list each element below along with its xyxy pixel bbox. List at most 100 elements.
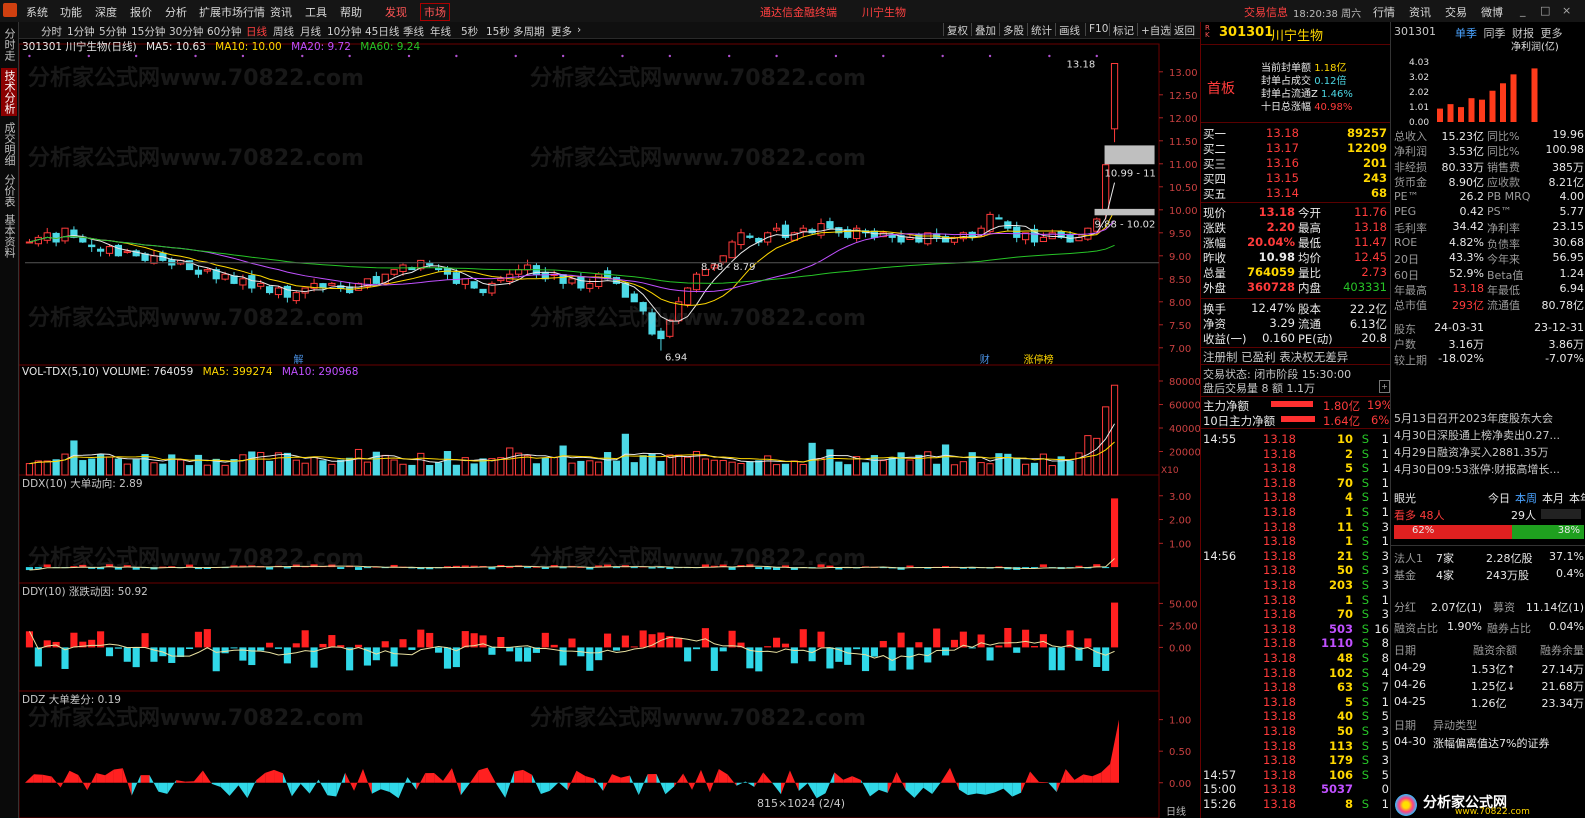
ddy-bar: [123, 647, 131, 662]
volume-bar: [203, 464, 211, 476]
period-15sec[interactable]: 15秒: [486, 24, 510, 39]
menu-news-right[interactable]: 资讯: [1409, 4, 1431, 20]
menu-weibo-right[interactable]: 微博: [1481, 4, 1503, 20]
tick-row: 13.18 70 S 3: [1201, 607, 1391, 621]
ddy-bar: [1048, 647, 1056, 671]
mark-button[interactable]: 标记: [1109, 23, 1134, 37]
tab-trade-detail[interactable]: 成交明细: [1, 120, 17, 168]
menu-ext-market[interactable]: 扩展市场行情: [199, 4, 265, 20]
period-30min[interactable]: 30分钟: [169, 24, 203, 39]
menu-market[interactable]: 市场: [420, 3, 450, 21]
period-1min[interactable]: 1分钟: [67, 24, 95, 39]
period-intraday[interactable]: 分时: [41, 24, 62, 39]
profit-bar: [1531, 68, 1538, 122]
stat-value: 403331: [1343, 280, 1387, 294]
tab-fundamentals[interactable]: 基本资料: [1, 212, 17, 260]
margin-head: 日期 融资余额 融券余量: [1391, 642, 1585, 657]
period-15min[interactable]: 15分钟: [131, 24, 165, 39]
minimize-icon[interactable]: _: [1520, 4, 1526, 17]
chart-area[interactable]: 13.00 12.50 12.00 11.50 11.00 10.50 10.00 9.50 9…: [19, 38, 1200, 818]
period-year[interactable]: 年线: [430, 24, 451, 39]
news-item[interactable]: 4月29日融资净买入2881.35万: [1394, 444, 1585, 459]
eye-tab-week[interactable]: 本周: [1515, 490, 1537, 506]
eye-tab-month[interactable]: 本月: [1542, 490, 1564, 506]
period-45day[interactable]: 45日线: [365, 24, 399, 39]
period-more[interactable]: 更多: [551, 24, 572, 39]
expand-icon[interactable]: +: [1379, 380, 1390, 393]
event-dot: [407, 54, 411, 58]
period-weekly[interactable]: 周线: [273, 24, 294, 39]
menu-analysis[interactable]: 分析: [165, 4, 187, 20]
menu-system[interactable]: 系统: [26, 4, 48, 20]
period-multi[interactable]: 多周期: [513, 24, 545, 39]
ddx-bar: [728, 567, 736, 570]
menu-quote[interactable]: 报价: [130, 4, 152, 20]
candle-body: [301, 287, 309, 294]
period-monthly[interactable]: 月线: [300, 24, 321, 39]
chevron-right-icon[interactable]: ›: [577, 24, 581, 36]
volume-bar: [933, 463, 941, 476]
menu-quotes-right[interactable]: 行情: [1373, 4, 1395, 20]
bid-row[interactable]: 买四 13.15 243: [1201, 171, 1391, 186]
tab-intraday[interactable]: 分时走势: [1, 24, 17, 64]
candle-body: [114, 244, 123, 257]
f10-button[interactable]: F10: [1085, 23, 1108, 36]
candle-body: [568, 278, 576, 284]
tick-row: 13.18 1 S 1: [1201, 505, 1391, 519]
candle-logo-icon[interactable]: [3, 3, 17, 17]
news-item[interactable]: 4月30日深股通上榜净卖出0.27...: [1394, 427, 1585, 442]
note-value: 1.46%: [1321, 89, 1353, 100]
bid-row[interactable]: 买二 13.17 12209: [1201, 141, 1391, 156]
multi-stock-button[interactable]: 多股: [999, 23, 1024, 37]
period-60min[interactable]: 60分钟: [207, 24, 241, 39]
period-quarter[interactable]: 季线: [403, 24, 424, 39]
candle-body: [123, 250, 131, 253]
period-daily[interactable]: 日线: [246, 24, 267, 39]
tick-count: 7: [1381, 680, 1389, 695]
tab-technical[interactable]: 技术分析: [1, 68, 17, 116]
candle-body: [248, 275, 256, 289]
draw-button[interactable]: 画线: [1055, 23, 1080, 37]
tab-price-table[interactable]: 分价表: [1, 172, 17, 208]
menu-depth[interactable]: 深度: [95, 4, 117, 20]
add-watchlist-button[interactable]: +自选: [1137, 23, 1171, 37]
volume-bar: [906, 459, 914, 476]
tick-row: 13.18 70 S 1: [1201, 476, 1391, 490]
adjust-button[interactable]: 复权: [943, 23, 968, 37]
ddy-bar: [105, 647, 114, 657]
ddz-area: [585, 776, 595, 783]
news-item[interactable]: 4月30日09:53涨停:财报高增长...: [1394, 461, 1585, 476]
volume-bar: [319, 460, 327, 476]
bid-row[interactable]: 买一 13.18 89257: [1201, 126, 1391, 141]
eye-tab-year[interactable]: 本年: [1569, 490, 1585, 506]
menu-function[interactable]: 功能: [60, 4, 82, 20]
menu-news[interactable]: 资讯: [270, 4, 292, 20]
period-10min[interactable]: 10分钟: [327, 24, 361, 39]
stats-button[interactable]: 统计: [1027, 23, 1052, 37]
ddz-area: [620, 775, 630, 783]
period-5sec[interactable]: 5秒: [461, 24, 478, 39]
abn-row[interactable]: 04-30 涨幅偏离值达7%的证券: [1391, 735, 1585, 750]
period-5min[interactable]: 5分钟: [99, 24, 127, 39]
inst-shares: 243万股: [1486, 569, 1529, 582]
main-net10-pct: 6%: [1371, 413, 1390, 427]
bid-row[interactable]: 买三 13.16 201: [1201, 156, 1391, 171]
menu-discover[interactable]: 发现: [385, 4, 407, 20]
candle-body: [319, 283, 327, 289]
margin-fin: 1.25亿↓: [1471, 680, 1516, 693]
ddz-area: [1003, 782, 1013, 797]
ddz-area: [113, 768, 123, 783]
bid-row[interactable]: 买五 13.14 68: [1201, 186, 1391, 201]
ddy-legend: DDY(10) 涨跌动因: 50.92: [22, 586, 148, 598]
menu-help[interactable]: 帮助: [340, 4, 362, 20]
stat-row: 收益(一) 0.160 PE(动) 20.8: [1201, 331, 1391, 346]
news-item[interactable]: 5月13日召开2023年度股东大会: [1394, 410, 1585, 425]
menu-tools[interactable]: 工具: [305, 4, 327, 20]
trade-info-button[interactable]: 交易信息: [1244, 4, 1288, 20]
menu-trade-right[interactable]: 交易: [1445, 4, 1467, 20]
maximize-icon[interactable]: □: [1540, 4, 1550, 17]
close-icon[interactable]: ×: [1562, 4, 1571, 17]
overlay-button[interactable]: 叠加: [971, 23, 996, 37]
eye-tab-today[interactable]: 今日: [1488, 490, 1510, 506]
back-button[interactable]: 返回: [1170, 23, 1195, 37]
